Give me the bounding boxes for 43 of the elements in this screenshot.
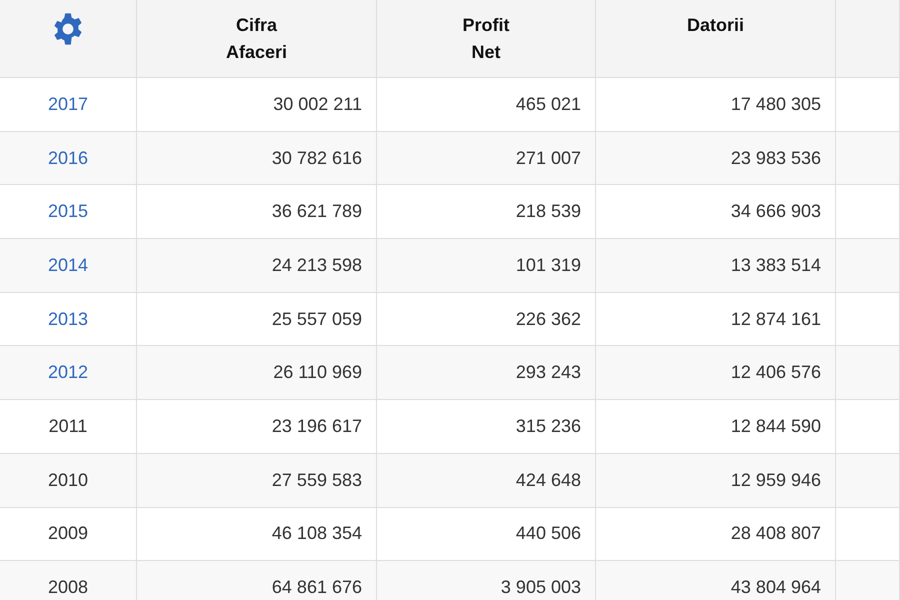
year-link[interactable]: 2015	[48, 201, 88, 222]
profit-value: 3 905 003	[500, 577, 581, 598]
debt-value: 23 983 536	[730, 148, 821, 169]
year-text: 2009	[48, 523, 88, 544]
column-header: Profit Net	[462, 14, 510, 64]
revenue-value: 25 557 059	[272, 308, 362, 330]
profit-value: 293 243	[516, 362, 581, 384]
year-link[interactable]: 2013	[48, 308, 88, 330]
year-link[interactable]: 2012	[48, 362, 88, 384]
debt-value: 12 959 946	[730, 470, 821, 491]
revenue-value: 24 213 598	[272, 254, 362, 276]
profit-value: 440 506	[516, 523, 581, 544]
profit-value: 218 539	[516, 201, 581, 222]
revenue-value: 64 861 676	[272, 577, 362, 598]
column-header: Cifra Afaceri	[226, 14, 288, 64]
debt-value: 12 406 576	[730, 362, 821, 384]
revenue-value: 36 621 789	[272, 201, 362, 222]
profit-value: 101 319	[516, 254, 581, 276]
debt-value: 34 666 903	[730, 201, 821, 222]
revenue-value: 30 002 211	[273, 94, 362, 115]
year-link[interactable]: 2017	[48, 94, 88, 115]
profit-value: 465 021	[516, 94, 581, 115]
profit-value: 271 007	[516, 148, 581, 169]
debt-value: 28 408 807	[730, 523, 821, 544]
revenue-value: 30 782 616	[272, 148, 362, 169]
year-text: 2008	[48, 577, 88, 598]
debt-value: 12 874 161	[730, 308, 821, 330]
revenue-value: 26 110 969	[273, 362, 362, 384]
profit-value: 315 236	[516, 416, 581, 437]
revenue-value: 23 196 617	[272, 416, 362, 437]
column-header: Datorii	[686, 14, 744, 37]
debt-value: 13 383 514	[730, 254, 821, 276]
revenue-value: 46 108 354	[272, 523, 362, 544]
revenue-value: 27 559 583	[272, 470, 362, 491]
year-text: 2011	[48, 416, 88, 437]
year-link[interactable]: 2016	[48, 148, 88, 169]
profit-value: 424 648	[516, 470, 581, 491]
debt-value: 43 804 964	[730, 577, 821, 598]
year-link[interactable]: 2014	[48, 254, 88, 276]
year-text: 2010	[48, 470, 88, 491]
debt-value: 12 844 590	[730, 416, 821, 437]
profit-value: 226 362	[516, 308, 581, 330]
debt-value: 17 480 305	[730, 94, 821, 115]
